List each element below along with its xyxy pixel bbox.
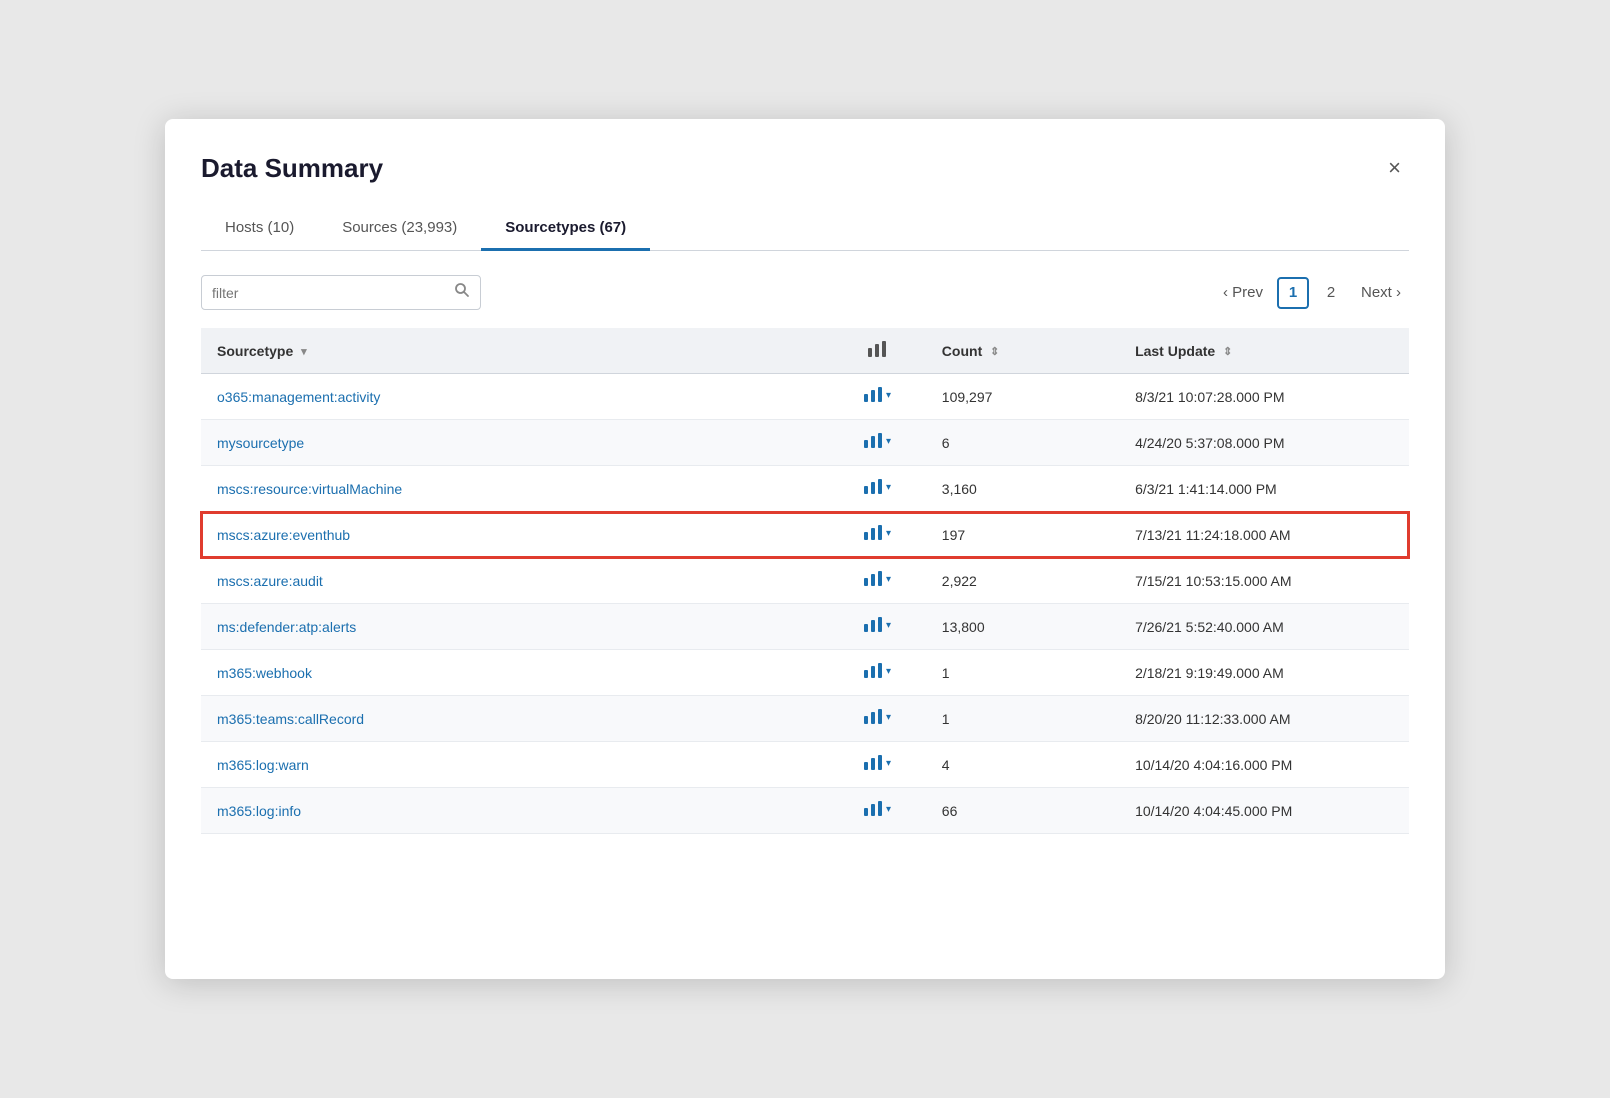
chart-cell: ▾ — [829, 558, 926, 604]
lastupdate-cell: 10/14/20 4:04:16.000 PM — [1119, 742, 1409, 788]
sourcetype-link[interactable]: m365:log:info — [217, 803, 301, 819]
sourcetype-link[interactable]: mscs:resource:virtualMachine — [217, 481, 402, 497]
sourcetype-link[interactable]: m365:log:warn — [217, 757, 309, 773]
col-header-count[interactable]: Count ⇕ — [926, 328, 1119, 374]
sourcetype-link[interactable]: m365:teams:callRecord — [217, 711, 364, 727]
bar-chart-icon[interactable]: ▾ — [864, 571, 891, 587]
table-row: o365:management:activity ▾ 109,2978/3/21… — [201, 374, 1409, 420]
chart-cell: ▾ — [829, 466, 926, 512]
sourcetype-link[interactable]: mysourcetype — [217, 435, 304, 451]
chart-cell: ▾ — [829, 788, 926, 834]
bar-chart-icon[interactable]: ▾ — [864, 387, 891, 403]
table-row: mscs:azure:eventhub ▾ 1977/13/21 11:24:1… — [201, 512, 1409, 558]
close-button[interactable]: × — [1380, 151, 1409, 185]
chart-dropdown-icon[interactable]: ▾ — [886, 666, 891, 677]
lastupdate-cell: 7/15/21 10:53:15.000 AM — [1119, 558, 1409, 604]
table-row: m365:log:info ▾ 6610/14/20 4:04:45.000 P… — [201, 788, 1409, 834]
table-header-row: Sourcetype ▾ Count ⇕ Last Update ⇕ — [201, 328, 1409, 374]
bar-chart-icon[interactable]: ▾ — [864, 801, 891, 817]
filter-input[interactable] — [212, 285, 450, 301]
modal-header: Data Summary × — [201, 151, 1409, 185]
lastupdate-cell: 8/3/21 10:07:28.000 PM — [1119, 374, 1409, 420]
chart-dropdown-icon[interactable]: ▾ — [886, 436, 891, 447]
count-cell: 66 — [926, 788, 1119, 834]
count-cell: 109,297 — [926, 374, 1119, 420]
modal-title: Data Summary — [201, 153, 383, 184]
count-cell: 6 — [926, 420, 1119, 466]
count-cell: 1 — [926, 696, 1119, 742]
sourcetype-link[interactable]: ms:defender:atp:alerts — [217, 619, 356, 635]
table-row: mscs:azure:audit ▾ 2,9227/15/21 10:53:15… — [201, 558, 1409, 604]
data-summary-modal: Data Summary × Hosts (10) Sources (23,99… — [165, 119, 1445, 979]
pagination: ‹ Prev 1 2 Next › — [1215, 277, 1409, 309]
chart-cell: ▾ — [829, 742, 926, 788]
table-row: mscs:resource:virtualMachine ▾ 3,1606/3/… — [201, 466, 1409, 512]
count-cell: 3,160 — [926, 466, 1119, 512]
chart-cell: ▾ — [829, 696, 926, 742]
table-row: m365:teams:callRecord ▾ 18/20/20 11:12:3… — [201, 696, 1409, 742]
bar-chart-icon[interactable]: ▾ — [864, 479, 891, 495]
chart-dropdown-icon[interactable]: ▾ — [886, 620, 891, 631]
col-header-sourcetype[interactable]: Sourcetype ▾ — [201, 328, 829, 374]
tab-hosts[interactable]: Hosts (10) — [201, 209, 318, 251]
bar-chart-icon[interactable]: ▾ — [864, 755, 891, 771]
bar-chart-icon[interactable]: ▾ — [864, 663, 891, 679]
sourcetypes-table: Sourcetype ▾ Count ⇕ Last Update ⇕ — [201, 328, 1409, 834]
count-cell: 2,922 — [926, 558, 1119, 604]
chart-dropdown-icon[interactable]: ▾ — [886, 804, 891, 815]
chart-dropdown-icon[interactable]: ▾ — [886, 390, 891, 401]
tab-sources[interactable]: Sources (23,993) — [318, 209, 481, 251]
bar-chart-icon[interactable]: ▾ — [864, 709, 891, 725]
tab-sourcetypes[interactable]: Sourcetypes (67) — [481, 209, 650, 251]
page-1-button[interactable]: 1 — [1277, 277, 1309, 309]
chart-cell: ▾ — [829, 374, 926, 420]
chart-dropdown-icon[interactable]: ▾ — [886, 482, 891, 493]
count-cell: 197 — [926, 512, 1119, 558]
sourcetype-link[interactable]: o365:management:activity — [217, 389, 380, 405]
bar-chart-icon[interactable]: ▾ — [864, 617, 891, 633]
count-cell: 13,800 — [926, 604, 1119, 650]
table-row: m365:log:warn ▾ 410/14/20 4:04:16.000 PM — [201, 742, 1409, 788]
sourcetype-link[interactable]: m365:webhook — [217, 665, 312, 681]
prev-button[interactable]: ‹ Prev — [1215, 280, 1271, 305]
sourcetype-link[interactable]: mscs:azure:eventhub — [217, 527, 350, 543]
search-icon — [454, 282, 470, 303]
page-2-button[interactable]: 2 — [1315, 277, 1347, 309]
toolbar: ‹ Prev 1 2 Next › — [201, 275, 1409, 310]
lastupdate-cell: 10/14/20 4:04:45.000 PM — [1119, 788, 1409, 834]
sort-sourcetype-icon: ▾ — [301, 345, 307, 358]
filter-wrap — [201, 275, 481, 310]
chart-dropdown-icon[interactable]: ▾ — [886, 574, 891, 585]
chart-cell: ▾ — [829, 650, 926, 696]
col-header-chart — [829, 328, 926, 374]
lastupdate-cell: 7/13/21 11:24:18.000 AM — [1119, 512, 1409, 558]
lastupdate-cell: 2/18/21 9:19:49.000 AM — [1119, 650, 1409, 696]
next-button[interactable]: Next › — [1353, 280, 1409, 305]
count-cell: 4 — [926, 742, 1119, 788]
count-cell: 1 — [926, 650, 1119, 696]
bar-chart-icon[interactable]: ▾ — [864, 525, 891, 541]
sort-lastupdate-icon: ⇕ — [1223, 345, 1232, 358]
bar-chart-icon[interactable]: ▾ — [864, 433, 891, 449]
chart-cell: ▾ — [829, 512, 926, 558]
lastupdate-cell: 8/20/20 11:12:33.000 AM — [1119, 696, 1409, 742]
chart-dropdown-icon[interactable]: ▾ — [886, 712, 891, 723]
col-header-lastupdate[interactable]: Last Update ⇕ — [1119, 328, 1409, 374]
table-row: m365:webhook ▾ 12/18/21 9:19:49.000 AM — [201, 650, 1409, 696]
lastupdate-cell: 4/24/20 5:37:08.000 PM — [1119, 420, 1409, 466]
lastupdate-cell: 6/3/21 1:41:14.000 PM — [1119, 466, 1409, 512]
table-row: ms:defender:atp:alerts ▾ 13,8007/26/21 5… — [201, 604, 1409, 650]
sort-count-icon: ⇕ — [990, 345, 999, 358]
table-row: mysourcetype ▾ 64/24/20 5:37:08.000 PM — [201, 420, 1409, 466]
lastupdate-cell: 7/26/21 5:52:40.000 AM — [1119, 604, 1409, 650]
chart-dropdown-icon[interactable]: ▾ — [886, 758, 891, 769]
sourcetype-link[interactable]: mscs:azure:audit — [217, 573, 323, 589]
chart-cell: ▾ — [829, 604, 926, 650]
chart-dropdown-icon[interactable]: ▾ — [886, 528, 891, 539]
chart-cell: ▾ — [829, 420, 926, 466]
tabs-bar: Hosts (10) Sources (23,993) Sourcetypes … — [201, 209, 1409, 251]
